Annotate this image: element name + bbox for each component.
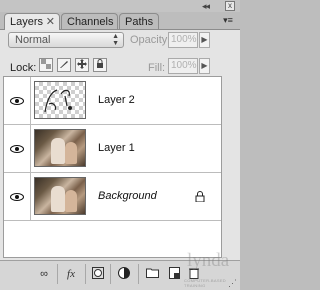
tab-paths[interactable]: Paths bbox=[119, 13, 159, 29]
tab-paths-label: Paths bbox=[125, 16, 154, 28]
visibility-toggle[interactable] bbox=[4, 173, 31, 220]
opacity-label: Opacity: bbox=[130, 34, 171, 46]
panel-menu-icon[interactable]: ▾≡ bbox=[219, 14, 237, 27]
lock-move-icon[interactable] bbox=[75, 58, 89, 72]
thumbnail-figure bbox=[51, 186, 65, 212]
eye-icon bbox=[10, 145, 24, 153]
thumbnail-figure bbox=[65, 142, 77, 164]
layer-name[interactable]: Layer 1 bbox=[98, 142, 135, 154]
collapse-icon[interactable]: ◂◂ bbox=[202, 1, 210, 12]
visibility-toggle[interactable] bbox=[4, 77, 31, 124]
tab-channels[interactable]: Channels bbox=[61, 13, 118, 29]
layers-list: Layer 2 Layer 1 Background bbox=[3, 76, 222, 258]
lock-transparency-icon[interactable] bbox=[39, 58, 53, 72]
tab-layers[interactable]: Layers ✕ bbox=[4, 13, 60, 30]
fill-label: Fill: bbox=[148, 62, 166, 74]
lock-all-icon[interactable] bbox=[93, 58, 107, 72]
tab-layers-label: Layers bbox=[10, 16, 44, 28]
lock-label: Lock: bbox=[10, 62, 37, 74]
lock-icon bbox=[195, 191, 205, 202]
fx-icon[interactable]: fx bbox=[63, 267, 79, 281]
link-icon[interactable]: ∞ bbox=[36, 267, 52, 281]
visibility-toggle[interactable] bbox=[4, 125, 31, 172]
layer-row-layer-2[interactable]: Layer 2 bbox=[4, 77, 221, 125]
opacity-field[interactable]: 100% bbox=[168, 32, 198, 48]
tab-channels-label: Channels bbox=[67, 16, 114, 28]
layer-name[interactable]: Background bbox=[98, 190, 157, 202]
sketch-icon bbox=[44, 89, 72, 113]
watermark-logo: lynda bbox=[187, 250, 230, 271]
folder-icon[interactable] bbox=[144, 267, 160, 281]
toolbar-divider bbox=[57, 264, 58, 284]
tab-close-icon[interactable]: ✕ bbox=[46, 14, 55, 30]
blend-mode-value: Normal bbox=[15, 34, 51, 46]
layer-thumbnail bbox=[34, 129, 86, 167]
fill-slider-arrow-icon[interactable]: ▶ bbox=[199, 58, 210, 74]
layer-row-layer-1[interactable]: Layer 1 bbox=[4, 125, 221, 173]
mask-icon[interactable] bbox=[90, 267, 106, 281]
new-layer-icon[interactable] bbox=[166, 267, 182, 281]
adjustment-icon[interactable] bbox=[116, 267, 132, 281]
resize-grip-icon[interactable]: ⋰ bbox=[228, 278, 237, 289]
layer-row-background[interactable]: Background bbox=[4, 173, 221, 221]
updown-arrows-icon: ▲ ▼ bbox=[112, 33, 119, 47]
layer-thumbnail bbox=[34, 177, 86, 215]
eye-icon bbox=[10, 97, 24, 105]
layer-name[interactable]: Layer 2 bbox=[98, 94, 135, 106]
toolbar-divider bbox=[138, 264, 139, 284]
layer-thumbnail bbox=[34, 81, 86, 119]
close-icon[interactable]: x bbox=[225, 1, 235, 11]
thumbnail-figure bbox=[51, 138, 65, 164]
eye-icon bbox=[10, 193, 24, 201]
lock-brush-icon[interactable] bbox=[57, 58, 71, 72]
blend-mode-select[interactable]: Normal ▲ ▼ bbox=[8, 32, 124, 48]
thumbnail-figure bbox=[65, 190, 77, 212]
fill-field[interactable]: 100% bbox=[168, 58, 198, 74]
toolbar-divider bbox=[110, 264, 111, 284]
opacity-slider-arrow-icon[interactable]: ▶ bbox=[199, 32, 210, 48]
toolbar-divider bbox=[85, 264, 86, 284]
